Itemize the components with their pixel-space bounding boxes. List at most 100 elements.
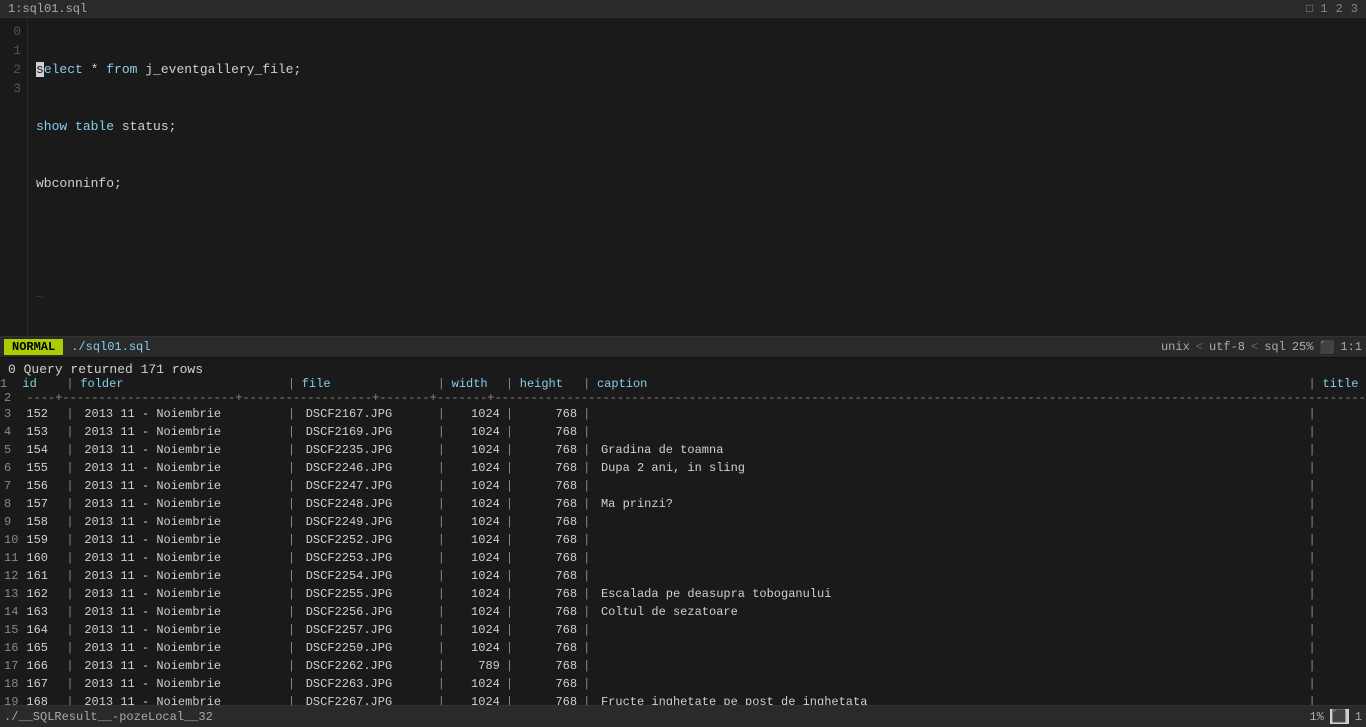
table-row: 8157|2013 11 - Noiembrie|DSCF2248.JPG|10… (0, 495, 1366, 513)
pipe-4: | (504, 675, 520, 693)
cell-file: DSCF2247.JPG (302, 477, 436, 495)
pipe-4: | (504, 657, 520, 675)
cell-folder: 2013 11 - Noiembrie (80, 477, 286, 495)
cell-title (1322, 675, 1366, 693)
cell-file: DSCF2235.JPG (302, 441, 436, 459)
editor-content[interactable]: 0 1 2 3 select * from j_eventgallery_fil… (0, 18, 1366, 336)
cell-width: 1024 (452, 603, 504, 621)
pipe-6: | (1307, 657, 1323, 675)
cell-title (1322, 513, 1366, 531)
pipe-6: | (1307, 675, 1323, 693)
code-content[interactable]: select * from j_eventgallery_file; show … (28, 18, 1366, 336)
cell-id: 156 (22, 477, 64, 495)
pipe-6: | (1307, 513, 1323, 531)
cell-folder: 2013 11 - Noiembrie (80, 639, 286, 657)
table-row: 4153|2013 11 - Noiembrie|DSCF2169.JPG|10… (0, 423, 1366, 441)
pipe-4: | (504, 693, 520, 705)
table-row: 5154|2013 11 - Noiembrie|DSCF2235.JPG|10… (0, 441, 1366, 459)
cell-caption: Ma prinzi? (597, 495, 1307, 513)
cell-width: 1024 (452, 405, 504, 423)
pipe-2: | (286, 621, 302, 639)
editor-title-bar: 1:sql01.sql □ 1 2 3 (0, 0, 1366, 18)
cell-id: 159 (22, 531, 64, 549)
cell-folder: 2013 11 - Noiembrie (80, 405, 286, 423)
cell-title (1322, 657, 1366, 675)
cell-width: 1024 (452, 693, 504, 705)
cell-id: 153 (22, 423, 64, 441)
cell-width: 1024 (452, 531, 504, 549)
bottom-pct: 1% (1309, 710, 1323, 724)
pipe-5: | (581, 639, 597, 657)
cell-caption (597, 567, 1307, 585)
pipe-4: | (504, 603, 520, 621)
cell-folder: 2013 11 - Noiembrie (80, 657, 286, 675)
buffer-indicator-1: □ 1 (1306, 2, 1328, 16)
cell-width: 1024 (452, 423, 504, 441)
row-num: 8 (0, 495, 22, 513)
pipe-5: | (581, 621, 597, 639)
cell-title (1322, 567, 1366, 585)
pipe-4: | (504, 531, 520, 549)
table-row: 14163|2013 11 - Noiembrie|DSCF2256.JPG|1… (0, 603, 1366, 621)
cell-id: 154 (22, 441, 64, 459)
cell-height: 768 (520, 495, 581, 513)
cell-width: 1024 (452, 495, 504, 513)
cell-file: DSCF2256.JPG (302, 603, 436, 621)
pipe-3: | (436, 495, 452, 513)
cell-id: 160 (22, 549, 64, 567)
bottom-position: 1 (1355, 710, 1362, 724)
table-row: 3152|2013 11 - Noiembrie|DSCF2167.JPG|10… (0, 405, 1366, 423)
cell-width: 1024 (452, 639, 504, 657)
cell-title (1322, 477, 1366, 495)
cell-folder: 2013 11 - Noiembrie (80, 441, 286, 459)
cell-id: 155 (22, 459, 64, 477)
editor-title-right: □ 1 2 3 (1306, 2, 1358, 16)
pipe-6: | (1307, 585, 1323, 603)
pipe-4: | (504, 441, 520, 459)
pipe-2: | (286, 441, 302, 459)
row-num: 6 (0, 459, 22, 477)
pipe-4: | (504, 495, 520, 513)
row-num: 10 (0, 531, 22, 549)
cell-height: 768 (520, 513, 581, 531)
cursor: s (36, 62, 44, 77)
status-encoding: utf-8 (1209, 340, 1245, 354)
pipe-4: | (504, 513, 520, 531)
table-row: 16165|2013 11 - Noiembrie|DSCF2259.JPG|1… (0, 639, 1366, 657)
cell-folder: 2013 11 - Noiembrie (80, 585, 286, 603)
cell-width: 1024 (452, 567, 504, 585)
cell-height: 768 (520, 603, 581, 621)
code-line-0: select * from j_eventgallery_file; (36, 60, 1358, 79)
pipe-2: | (286, 693, 302, 705)
cell-height: 768 (520, 405, 581, 423)
pipe-5: | (581, 513, 597, 531)
code-line-3 (36, 231, 1358, 250)
cell-width: 1024 (452, 513, 504, 531)
pipe-1: | (64, 585, 80, 603)
pipe-1: | (64, 513, 80, 531)
cell-id: 165 (22, 639, 64, 657)
cell-title (1322, 621, 1366, 639)
buffer-indicator-2: 2 (1336, 2, 1343, 16)
pipe-5: | (581, 459, 597, 477)
pipe-5: | (581, 657, 597, 675)
pipe-6: | (1307, 495, 1323, 513)
pipe-1: | (64, 459, 80, 477)
table-row: 7156|2013 11 - Noiembrie|DSCF2247.JPG|10… (0, 477, 1366, 495)
pipe-3: | (436, 423, 452, 441)
pipe-2: | (286, 423, 302, 441)
pipe-6: | (1307, 567, 1323, 585)
sep-num: 2 (0, 391, 22, 405)
pipe-6: | (1307, 423, 1323, 441)
editor-filename: ./sql01.sql (71, 340, 1161, 354)
cell-height: 768 (520, 585, 581, 603)
table-row: 19168|2013 11 - Noiembrie|DSCF2267.JPG|1… (0, 693, 1366, 705)
table-row: 18167|2013 11 - Noiembrie|DSCF2263.JPG|1… (0, 675, 1366, 693)
row-num: 11 (0, 549, 22, 567)
pipe-2: | (286, 639, 302, 657)
cell-caption (597, 549, 1307, 567)
results-table-container[interactable]: 1 id | folder | file | width | height | … (0, 377, 1366, 705)
col-width: width (452, 377, 504, 391)
pipe-6: | (1307, 621, 1323, 639)
pipe-3: | (436, 639, 452, 657)
